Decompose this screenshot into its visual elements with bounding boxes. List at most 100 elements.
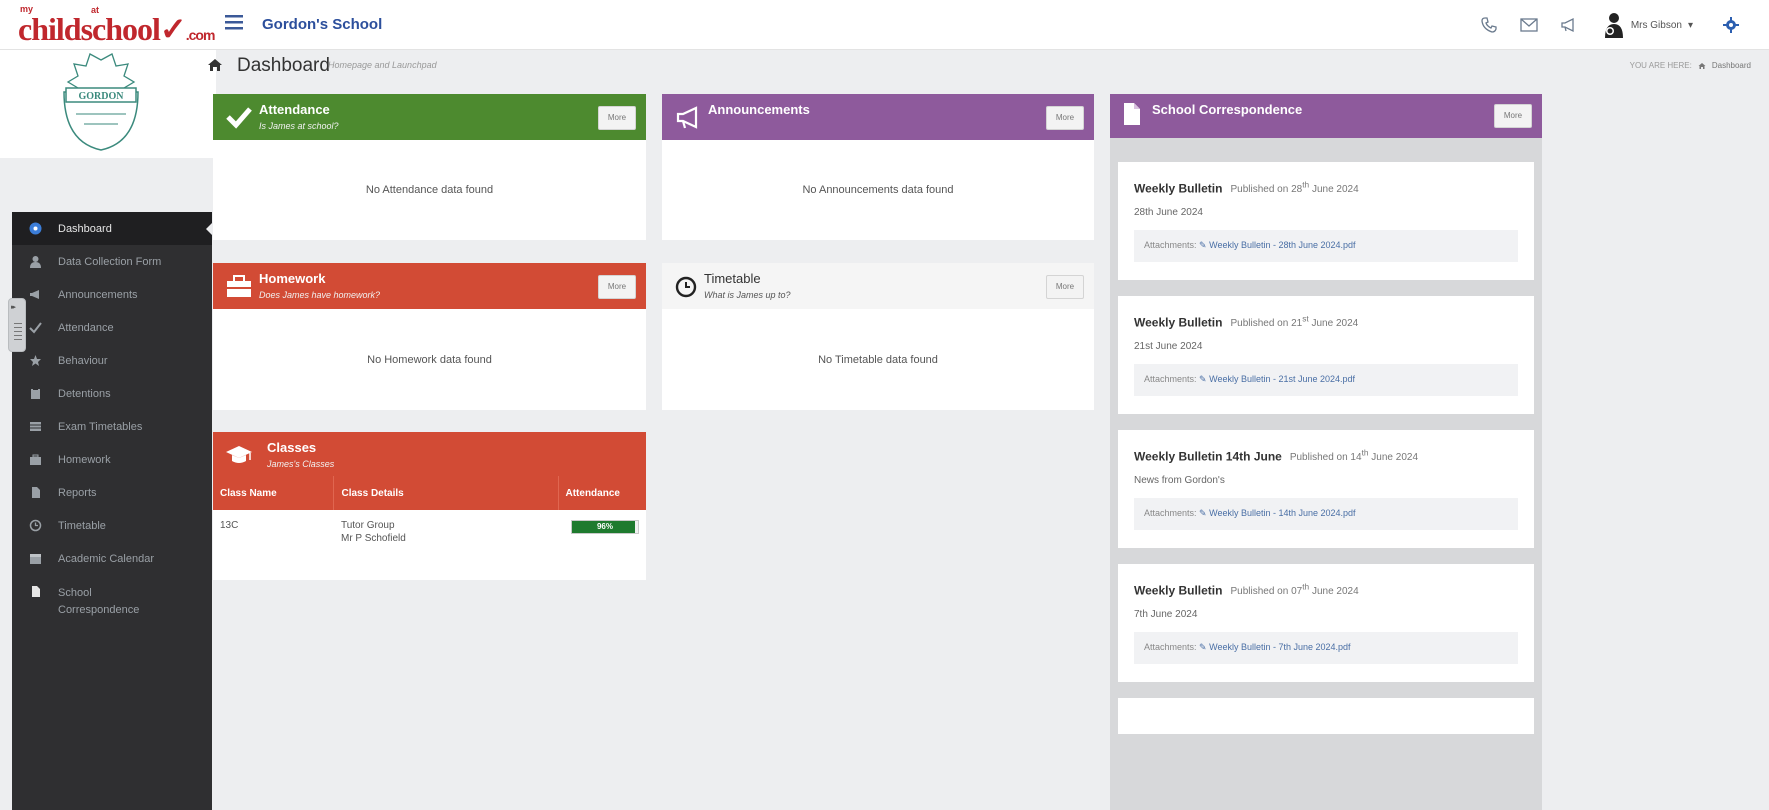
attendance-cell: 96% xyxy=(558,510,646,554)
attendance-subtitle: Is James at school? xyxy=(259,121,339,131)
sidebar-item-label: Detentions xyxy=(58,387,111,400)
paperclip-icon: ✎ xyxy=(1199,508,1207,518)
sidebar-drag-handle[interactable] xyxy=(8,298,26,352)
mychildatschool-logo[interactable]: my at childschool✓.com xyxy=(18,4,218,47)
correspondence-title: School Correspondence xyxy=(1152,102,1303,117)
sidebar: Dashboard Data Collection Form Announcem… xyxy=(12,212,212,810)
school-crest-area: GORDON xyxy=(0,50,216,158)
school-name[interactable]: Gordon's School xyxy=(262,16,382,33)
logo-text-1: ch xyxy=(18,11,49,47)
sidebar-item-reports[interactable]: Reports xyxy=(12,476,212,509)
settings-button[interactable] xyxy=(1711,10,1751,40)
col-class-details[interactable]: Class Details xyxy=(333,476,559,510)
classes-panel: Classes James's Classes Class Name Class… xyxy=(213,432,646,580)
timetable-panel-header: Timetable What is James up to? More xyxy=(662,263,1094,309)
attendance-panel: Attendance Is James at school? More No A… xyxy=(213,94,646,240)
sidebar-item-label: Timetable xyxy=(58,519,106,532)
megaphone-icon xyxy=(22,288,48,301)
user-caret-icon: ▾ xyxy=(1687,19,1693,31)
published-prefix: Published on 07 xyxy=(1230,586,1303,598)
published-suffix: June 2024 xyxy=(1311,318,1359,330)
announcements-more-button[interactable]: More xyxy=(1046,106,1084,130)
list-item[interactable]: Weekly Bulletin Published on 28th June 20… xyxy=(1118,162,1534,280)
col-attendance[interactable]: Attendance xyxy=(558,476,646,510)
attachment-link[interactable]: Weekly Bulletin - 21st June 2024.pdf xyxy=(1209,374,1355,384)
menu-toggle-button[interactable] xyxy=(225,12,247,36)
sidebar-item-academic-calendar[interactable]: Academic Calendar xyxy=(12,542,212,575)
sidebar-item-data-collection-form[interactable]: Data Collection Form xyxy=(12,245,212,278)
sidebar-item-detentions[interactable]: Detentions xyxy=(12,377,212,410)
paperclip-icon: ✎ xyxy=(1199,642,1207,652)
sidebar-item-homework[interactable]: Homework xyxy=(12,443,212,476)
sidebar-item-attendance[interactable]: Attendance xyxy=(12,311,212,344)
messages-button[interactable] xyxy=(1509,10,1549,40)
announcements-button[interactable] xyxy=(1549,10,1589,40)
briefcase-icon xyxy=(227,275,251,297)
sidebar-item-exam-timetables[interactable]: Exam Timetables xyxy=(12,410,212,443)
correspondence-item-title: Weekly Bulletin Published on 21st June 20… xyxy=(1134,314,1518,329)
hamburger-icon xyxy=(225,15,243,30)
phone-button[interactable] xyxy=(1469,10,1509,40)
briefcase-icon xyxy=(22,453,48,466)
sidebar-item-label: Data Collection Form xyxy=(58,255,162,268)
correspondence-item-title: Weekly Bulletin Published on 07th June 20… xyxy=(1134,582,1518,597)
sidebar-item-label: Reports xyxy=(58,486,97,499)
sidebar-item-label: Homework xyxy=(58,453,111,466)
published-date: Published on 14th June 2024 xyxy=(1290,448,1418,463)
homework-more-button[interactable]: More xyxy=(598,275,636,299)
user-icon xyxy=(22,255,48,268)
list-item[interactable]: Weekly Bulletin 14th June Published on 14… xyxy=(1118,430,1534,548)
class-details-cell: Tutor Group Mr P Schofield xyxy=(334,510,558,554)
sidebar-item-timetable[interactable]: Timetable xyxy=(12,509,212,542)
user-menu[interactable]: Mrs Gibson ▾ xyxy=(1603,12,1693,38)
graduation-cap-icon xyxy=(226,446,252,463)
paperclip-icon: ✎ xyxy=(1199,374,1207,384)
clock-icon xyxy=(675,276,697,298)
item-title-text: Weekly Bulletin 14th June xyxy=(1134,449,1282,464)
sidebar-item-behaviour[interactable]: Behaviour xyxy=(12,344,212,377)
attachments-row: Attachments: ✎ Weekly Bulletin - 14th Ju… xyxy=(1134,498,1518,530)
attendance-panel-header: Attendance Is James at school? More xyxy=(213,94,646,140)
dashboard-icon xyxy=(22,222,48,235)
table-row[interactable]: 13C Tutor Group Mr P Schofield 96% xyxy=(213,510,646,554)
page-title: Dashboard xyxy=(237,55,330,76)
correspondence-list: Weekly Bulletin Published on 28th June 20… xyxy=(1118,162,1534,750)
top-icons: Mrs Gibson ▾ xyxy=(1469,10,1751,40)
list-item[interactable] xyxy=(1118,698,1534,734)
logo-com: .com xyxy=(185,27,216,43)
breadcrumb-label: YOU ARE HERE: xyxy=(1629,61,1692,70)
attachments-row: Attachments: ✎ Weekly Bulletin - 28th Ju… xyxy=(1134,230,1518,262)
col-class-name[interactable]: Class Name xyxy=(213,476,335,510)
published-date: Published on 28th June 2024 xyxy=(1230,180,1358,195)
attachments-row: Attachments: ✎ Weekly Bulletin - 21st Ju… xyxy=(1134,364,1518,396)
homework-subtitle: Does James have homework? xyxy=(259,290,381,300)
item-title-text: Weekly Bulletin xyxy=(1134,181,1223,196)
classes-table: Class Name Class Details Attendance 13C … xyxy=(213,476,646,554)
announcements-panel-header: Announcements More xyxy=(662,94,1094,140)
attachment-link[interactable]: Weekly Bulletin - 14th June 2024.pdf xyxy=(1209,508,1355,518)
megaphone-icon xyxy=(676,106,698,129)
attachment-link[interactable]: Weekly Bulletin - 7th June 2024.pdf xyxy=(1209,642,1350,652)
list-item[interactable]: Weekly Bulletin Published on 21st June 20… xyxy=(1118,296,1534,414)
page-header: Dashboard Homepage and Launchpad YOU ARE… xyxy=(200,50,1769,82)
attendance-empty-message: No Attendance data found xyxy=(365,184,494,196)
sidebar-item-school-correspondence[interactable]: School Correspondence xyxy=(12,575,212,627)
published-suffix: June 2024 xyxy=(1311,586,1359,598)
sidebar-item-label: School Correspondence xyxy=(58,587,140,616)
phone-icon xyxy=(1481,17,1497,33)
breadcrumb-home-icon xyxy=(1698,62,1706,69)
list-item[interactable]: Weekly Bulletin Published on 07th June 20… xyxy=(1118,564,1534,682)
homework-panel-header: Homework Does James have homework? More xyxy=(213,263,646,309)
attendance-more-button[interactable]: More xyxy=(598,106,636,130)
sidebar-item-dashboard[interactable]: Dashboard xyxy=(12,212,212,245)
correspondence-item-title: Weekly Bulletin 14th June Published on 14… xyxy=(1134,448,1518,463)
correspondence-more-button[interactable]: More xyxy=(1494,104,1532,128)
sidebar-item-announcements[interactable]: Announcements xyxy=(12,278,212,311)
clock-icon xyxy=(22,519,48,532)
announcements-title: Announcements xyxy=(708,102,810,117)
breadcrumb-dashboard-link[interactable]: Dashboard xyxy=(1712,61,1751,70)
correspondence-item-title: Weekly Bulletin Published on 28th June 20… xyxy=(1134,180,1518,195)
timetable-empty-message: No Timetable data found xyxy=(818,353,938,366)
timetable-more-button[interactable]: More xyxy=(1046,275,1084,299)
attachment-link[interactable]: Weekly Bulletin - 28th June 2024.pdf xyxy=(1209,240,1355,250)
